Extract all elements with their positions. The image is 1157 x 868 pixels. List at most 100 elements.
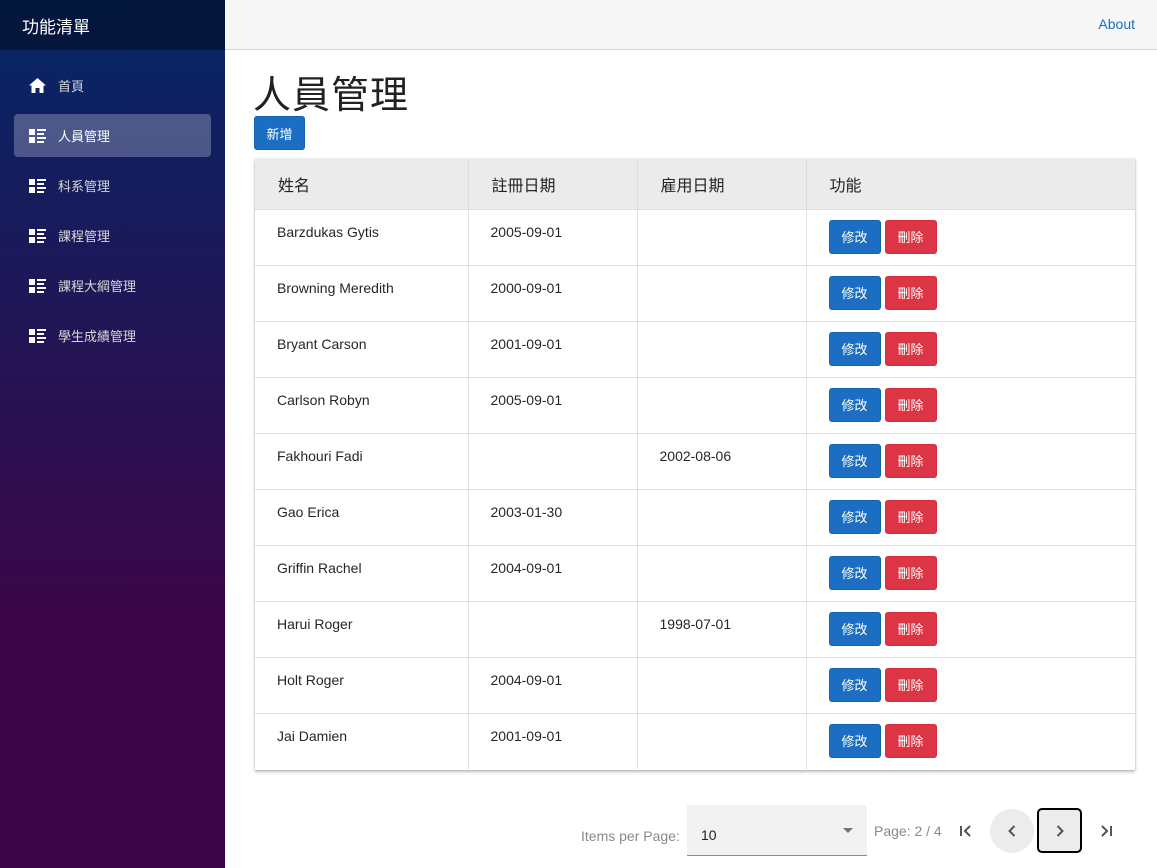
page-title: 人員管理 xyxy=(253,73,410,117)
table-row: Jai Damien 2001-09-01 修改 刪除 xyxy=(255,712,1135,769)
edit-button[interactable]: 修改 xyxy=(828,219,881,254)
table-row: Griffin Rachel 2004-09-01 修改 刪除 xyxy=(255,544,1135,601)
delete-button[interactable]: 刪除 xyxy=(884,275,937,310)
cell-hire-date xyxy=(637,320,807,377)
column-header-actions: 功能 xyxy=(806,159,1135,209)
items-per-page-value: 10 xyxy=(701,827,717,843)
cell-enrollment-date: 2005-09-01 xyxy=(468,208,638,265)
cell-name: Bryant Carson xyxy=(255,320,469,377)
cell-name: Fakhouri Fadi xyxy=(255,432,469,489)
cell-name: Harui Roger xyxy=(255,600,469,657)
cell-actions: 修改 刪除 xyxy=(806,600,1135,657)
cell-name: Holt Roger xyxy=(255,656,469,713)
table-row: Harui Roger 1998-07-01 修改 刪除 xyxy=(255,600,1135,657)
list-icon xyxy=(28,328,46,344)
sidebar-brand[interactable]: 功能清單 xyxy=(0,0,225,50)
cell-enrollment-date: 2005-09-01 xyxy=(468,376,638,433)
table-row: Browning Meredith 2000-09-01 修改 刪除 xyxy=(255,264,1135,321)
edit-button[interactable]: 修改 xyxy=(828,611,881,646)
cell-hire-date xyxy=(637,208,807,265)
table-header-row: 姓名 註冊日期 雇用日期 功能 xyxy=(255,159,1135,209)
delete-button[interactable]: 刪除 xyxy=(884,667,937,702)
cell-hire-date xyxy=(637,544,807,601)
edit-button[interactable]: 修改 xyxy=(828,331,881,366)
sidebar-item-label: 課程管理 xyxy=(58,229,111,244)
edit-button[interactable]: 修改 xyxy=(828,667,881,702)
add-button[interactable]: 新增 xyxy=(254,116,305,150)
cell-hire-date xyxy=(637,488,807,545)
edit-button[interactable]: 修改 xyxy=(828,275,881,310)
sidebar-item-staff[interactable]: 人員管理 xyxy=(14,114,211,157)
cell-actions: 修改 刪除 xyxy=(806,320,1135,377)
edit-button[interactable]: 修改 xyxy=(828,723,881,758)
delete-button[interactable]: 刪除 xyxy=(884,443,937,478)
cell-enrollment-date: 2000-09-01 xyxy=(468,264,638,321)
sidebar-item-home[interactable]: 首頁 xyxy=(14,64,211,107)
sidebar-item-label: 學生成績管理 xyxy=(58,329,137,344)
delete-button[interactable]: 刪除 xyxy=(884,499,937,534)
previous-page-button[interactable] xyxy=(990,809,1034,853)
cell-enrollment-date: 2003-01-30 xyxy=(468,488,638,545)
cell-name: Barzdukas Gytis xyxy=(255,208,469,265)
column-header-hire-date[interactable]: 雇用日期 xyxy=(637,159,807,209)
last-page-button[interactable] xyxy=(1084,809,1128,853)
delete-button[interactable]: 刪除 xyxy=(884,611,937,646)
list-icon xyxy=(28,278,46,294)
cell-enrollment-date: 2001-09-01 xyxy=(468,712,638,769)
first-page-icon xyxy=(960,825,971,837)
table-row: Gao Erica 2003-01-30 修改 刪除 xyxy=(255,488,1135,545)
cell-name: Gao Erica xyxy=(255,488,469,545)
cell-enrollment-date: 2001-09-01 xyxy=(468,320,638,377)
cell-actions: 修改 刪除 xyxy=(806,376,1135,433)
caret-down-icon xyxy=(843,828,853,833)
cell-actions: 修改 刪除 xyxy=(806,488,1135,545)
about-link[interactable]: About xyxy=(1098,16,1135,32)
delete-button[interactable]: 刪除 xyxy=(884,219,937,254)
cell-enrollment-date: 2004-09-01 xyxy=(468,544,638,601)
sidebar-nav: 首頁 人員管理 科系管理 課程管理 課程大綱管理 學生成績管理 xyxy=(0,50,225,357)
table-row: Bryant Carson 2001-09-01 修改 刪除 xyxy=(255,320,1135,377)
edit-button[interactable]: 修改 xyxy=(828,443,881,478)
delete-button[interactable]: 刪除 xyxy=(884,387,937,422)
last-page-icon xyxy=(1101,825,1112,837)
sidebar-item-grades[interactable]: 學生成績管理 xyxy=(14,314,211,357)
cell-hire-date xyxy=(637,376,807,433)
sidebar-item-departments[interactable]: 科系管理 xyxy=(14,164,211,207)
top-bar: About xyxy=(225,0,1157,50)
sidebar-item-label: 課程大綱管理 xyxy=(58,279,137,294)
column-header-enrollment-date[interactable]: 註冊日期 xyxy=(468,159,638,209)
cell-actions: 修改 刪除 xyxy=(806,264,1135,321)
sidebar-item-courses[interactable]: 課程管理 xyxy=(14,214,211,257)
sidebar-item-label: 首頁 xyxy=(58,79,85,94)
cell-actions: 修改 刪除 xyxy=(806,544,1135,601)
delete-button[interactable]: 刪除 xyxy=(884,555,937,590)
items-per-page-select[interactable]: 10 xyxy=(687,805,867,856)
cell-hire-date xyxy=(637,264,807,321)
edit-button[interactable]: 修改 xyxy=(828,555,881,590)
items-per-page-label: Items per Page: xyxy=(581,828,680,844)
delete-button[interactable]: 刪除 xyxy=(884,723,937,758)
cell-hire-date xyxy=(637,656,807,713)
sidebar-item-syllabus[interactable]: 課程大綱管理 xyxy=(14,264,211,307)
edit-button[interactable]: 修改 xyxy=(828,387,881,422)
cell-hire-date xyxy=(637,712,807,769)
list-icon xyxy=(28,228,46,244)
chevron-right-icon xyxy=(1056,824,1064,837)
cell-enrollment-date xyxy=(468,600,638,657)
delete-button[interactable]: 刪除 xyxy=(884,331,937,366)
table-row: Carlson Robyn 2005-09-01 修改 刪除 xyxy=(255,376,1135,433)
first-page-button[interactable] xyxy=(944,809,988,853)
cell-name: Browning Meredith xyxy=(255,264,469,321)
cell-enrollment-date xyxy=(468,432,638,489)
pager: Items per Page: 10 Page: 2 / 4 xyxy=(0,805,1157,857)
next-page-button[interactable] xyxy=(1037,808,1082,853)
cell-hire-date: 1998-07-01 xyxy=(637,600,807,657)
cell-name: Carlson Robyn xyxy=(255,376,469,433)
edit-button[interactable]: 修改 xyxy=(828,499,881,534)
table-row: Holt Roger 2004-09-01 修改 刪除 xyxy=(255,656,1135,713)
cell-name: Griffin Rachel xyxy=(255,544,469,601)
sidebar-item-label: 人員管理 xyxy=(58,129,111,144)
cell-enrollment-date: 2004-09-01 xyxy=(468,656,638,713)
home-icon xyxy=(28,78,46,94)
column-header-name[interactable]: 姓名 xyxy=(255,159,469,209)
